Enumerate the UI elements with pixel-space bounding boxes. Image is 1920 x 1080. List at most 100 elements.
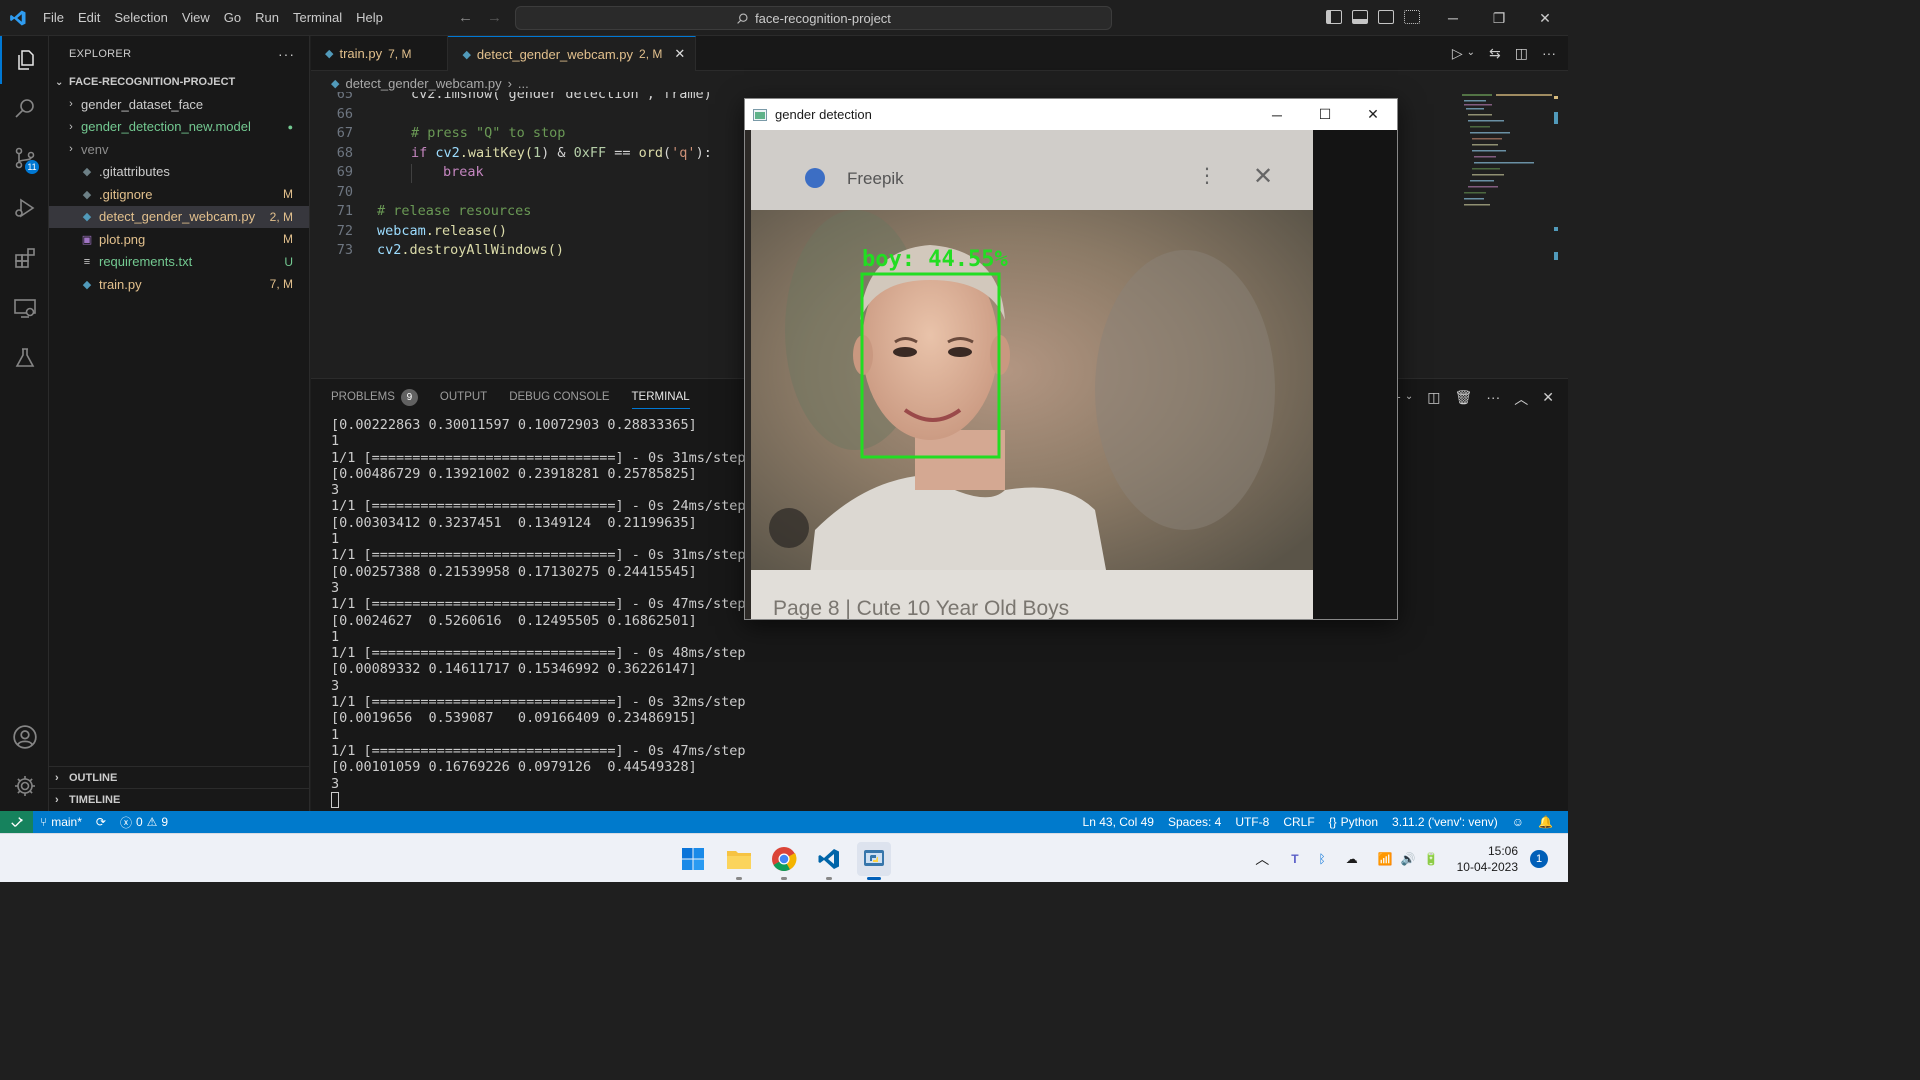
cloud-icon[interactable]: ☁ [1346,852,1358,866]
menu-run[interactable]: Run [248,0,286,36]
source-control-icon[interactable]: 11 [0,134,49,182]
manage-gear-icon[interactable] [0,762,49,810]
tree-item[interactable]: ◆ .gitignore M [49,183,309,206]
gender-detection-window[interactable]: gender detection ─ ☐ ✕ boy: 44.55% Freep… [744,98,1398,620]
file-explorer-icon[interactable] [722,842,756,880]
notification-count[interactable]: 1 [1530,849,1548,868]
vscode-taskbar-icon[interactable] [812,842,846,880]
tab-train-py[interactable]: ◆ train.py 7, M [311,36,449,71]
breadcrumb-symbol[interactable]: ... [518,76,529,91]
command-center-search[interactable]: face-recognition-project [515,6,1112,30]
tab-terminal[interactable]: TERMINAL [631,379,690,415]
teams-icon[interactable]: T [1291,852,1298,866]
minimap[interactable] [1456,92,1556,212]
close-window-button[interactable]: ✕ [1522,0,1568,36]
terminal-output[interactable]: [0.00222863 0.30011597 0.10072903 0.2883… [331,417,746,808]
forward-arrow-icon[interactable]: → [487,9,502,26]
split-terminal-icon[interactable]: ◫ [1427,389,1440,409]
extensions-icon[interactable] [0,234,49,282]
menu-view[interactable]: View [175,0,217,36]
menu-file[interactable]: File [36,0,71,36]
project-folder-header[interactable]: ⌄ FACE-RECOGNITION-PROJECT [49,71,309,93]
editor-scrollbar[interactable] [1554,92,1568,377]
maximize-panel-icon[interactable]: ︿ [1514,389,1528,409]
indentation[interactable]: Spaces: 4 [1161,815,1228,829]
menu-terminal[interactable]: Terminal [286,0,349,36]
sync-icon[interactable]: ⟳ [89,815,113,829]
trash-icon[interactable]: 🗑 [1454,389,1472,409]
close-panel-icon[interactable]: ✕ [1542,389,1554,409]
end-of-line[interactable]: CRLF [1276,815,1321,829]
menu-go[interactable]: Go [217,0,248,36]
customize-layout-icon[interactable] [1404,10,1420,24]
bluetooth-icon[interactable]: ᛒ [1319,852,1326,866]
menu-edit[interactable]: Edit [71,0,107,36]
code-num: 0xFF [573,144,607,161]
breadcrumb-file[interactable]: detect_gender_webcam.py [345,76,501,91]
cursor-position[interactable]: Ln 43, Col 49 [1076,815,1161,829]
encoding[interactable]: UTF-8 [1228,815,1276,829]
run-debug-icon[interactable] [0,184,49,232]
toggle-secondary-sidebar-icon[interactable] [1378,10,1394,24]
search-icon[interactable] [0,84,49,132]
volume-icon[interactable]: 🔊 [1401,852,1416,866]
python-app-icon[interactable] [857,842,891,880]
timeline-label: TIMELINE [69,793,121,806]
tree-item[interactable]: ◆ train.py 7, M [49,273,309,296]
show-hidden-icons-icon[interactable]: ︿ [1255,849,1269,869]
tree-item[interactable]: › gender_dataset_face [49,93,309,116]
restore-button[interactable]: ❐ [1476,0,1522,36]
tree-item[interactable]: ◆ .gitattributes [49,161,309,184]
tree-item-label: venv [81,141,109,157]
toggle-sidebar-icon[interactable] [1326,10,1342,24]
code-line: 67 # press "Q" to stop [311,125,566,145]
battery-icon[interactable]: 🔋 [1424,852,1439,866]
close-tab-icon[interactable]: ✕ [674,46,685,62]
outline-section-header[interactable]: › OUTLINE [49,766,310,788]
branch-indicator[interactable]: ⑂ main* [33,815,89,829]
problems-indicator[interactable]: ⓧ 0 ⚠ 9 [113,814,175,831]
tree-item[interactable]: ▣ plot.png M [49,228,309,251]
remote-indicator-icon[interactable] [0,811,33,833]
tree-item[interactable]: › gender_detection_new.model ● [49,116,309,139]
cv-close-button[interactable]: ✕ [1349,99,1397,130]
tab-output[interactable]: OUTPUT [440,379,487,415]
explorer-icon[interactable] [0,36,49,84]
run-python-file-icon[interactable]: ▷ [1452,45,1463,62]
chevron-down-icon[interactable]: ⌄ [1467,47,1475,62]
language-mode[interactable]: {} Python [1322,815,1385,829]
tab-debug-console[interactable]: DEBUG CONSOLE [509,379,609,415]
back-arrow-icon[interactable]: ← [458,9,473,26]
testing-flask-icon[interactable] [0,334,49,382]
chrome-icon[interactable] [767,842,801,880]
braces-icon: {} [1328,815,1337,829]
more-actions-icon[interactable]: ··· [1542,45,1556,62]
menu-selection[interactable]: Selection [107,0,174,36]
toggle-panel-icon[interactable] [1352,10,1368,24]
clock[interactable]: 15:06 10-04-2023 [1457,843,1518,875]
open-changes-icon[interactable]: ⇆ [1489,45,1501,62]
wifi-icon[interactable]: 📶 [1378,852,1393,866]
accounts-icon[interactable] [0,713,49,761]
split-editor-icon[interactable]: ◫ [1515,45,1528,62]
menu-help[interactable]: Help [349,0,390,36]
windows-start-icon[interactable] [676,842,710,876]
tab-detect-gender-webcam-py[interactable]: ◆ detect_gender_webcam.py 2, M ✕ [448,36,697,71]
tab-problems[interactable]: PROBLEMS 9 [331,379,418,415]
cv-window-titlebar[interactable]: gender detection ─ ☐ ✕ [745,99,1397,130]
code-editor[interactable]: 65 cv2.imshow("gender detection", frame)… [311,92,745,377]
tree-item[interactable]: ◆ detect_gender_webcam.py 2, M [49,205,309,228]
feedback-icon[interactable]: ☺ [1505,815,1531,829]
chevron-down-icon[interactable]: ⌄ [1405,391,1413,409]
minimize-button[interactable]: ─ [1430,0,1476,36]
python-interpreter[interactable]: 3.11.2 ('venv': venv) [1385,815,1505,829]
tree-item[interactable]: ≡ requirements.txt U [49,251,309,274]
timeline-section-header[interactable]: › TIMELINE [49,788,310,810]
cv-maximize-button[interactable]: ☐ [1301,99,1349,130]
remote-explorer-icon[interactable] [0,284,49,332]
tree-item[interactable]: › venv [49,138,309,161]
more-actions-icon[interactable]: ··· [1486,389,1500,409]
cv-minimize-button[interactable]: ─ [1253,99,1301,130]
explorer-more-actions[interactable]: ··· [278,46,295,62]
notifications-bell-icon[interactable]: 🔔 [1531,815,1560,829]
